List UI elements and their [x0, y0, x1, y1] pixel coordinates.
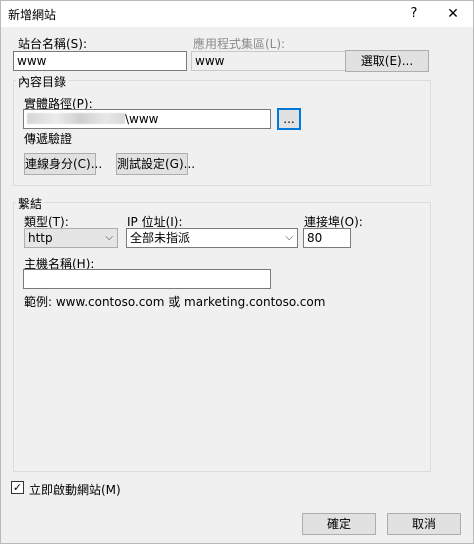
title-bar: 新增網站 ? ✕ — [1, 1, 473, 27]
site-name-input[interactable]: www — [13, 51, 187, 71]
host-name-example: 範例: www.contoso.com 或 marketing.contoso.… — [24, 295, 326, 309]
chevron-down-icon: ⌵ — [285, 232, 293, 243]
binding-type-value: http — [28, 231, 53, 245]
close-button[interactable]: ✕ — [433, 1, 473, 27]
binding-title: 繫結 — [16, 195, 45, 212]
physical-path-input[interactable]: \www — [23, 109, 271, 129]
pass-through-auth-label: 傳遞驗證 — [24, 132, 73, 146]
select-app-pool-button[interactable]: 選取(E)... — [345, 50, 429, 72]
window-title: 新增網站 — [8, 8, 57, 22]
port-input[interactable]: 80 — [303, 228, 351, 248]
site-name-label: 站台名稱(S): — [18, 37, 88, 51]
start-site-checkbox[interactable]: ✓ — [11, 481, 24, 494]
browse-button[interactable]: ... — [277, 108, 301, 130]
ip-address-value: 全部未指派 — [130, 231, 191, 245]
binding-type-select[interactable]: http ⌵ — [24, 228, 118, 248]
app-pool-field: www — [191, 51, 363, 71]
add-website-dialog: 新增網站 ? ✕ 站台名稱(S): www 應用程式集區(L): www 選取(… — [0, 0, 474, 544]
test-settings-button[interactable]: 測試設定(G)... — [116, 153, 195, 175]
ip-address-select[interactable]: 全部未指派 ⌵ — [126, 228, 298, 248]
content-directory-title: 內容目錄 — [16, 73, 69, 90]
chevron-down-icon: ⌵ — [105, 232, 113, 243]
connect-as-button[interactable]: 連線身分(C)... — [24, 153, 102, 175]
dialog-footer: 確定 取消 — [1, 505, 473, 543]
start-site-label: 立即啟動網站(M) — [29, 483, 121, 497]
cancel-button[interactable]: 取消 — [387, 513, 461, 535]
physical-path-suffix: \www — [125, 112, 159, 126]
app-pool-label: 應用程式集區(L): — [193, 37, 286, 51]
redacted-path — [27, 113, 125, 124]
host-name-input[interactable] — [23, 269, 271, 289]
help-button[interactable]: ? — [397, 1, 431, 27]
ok-button[interactable]: 確定 — [302, 513, 376, 535]
